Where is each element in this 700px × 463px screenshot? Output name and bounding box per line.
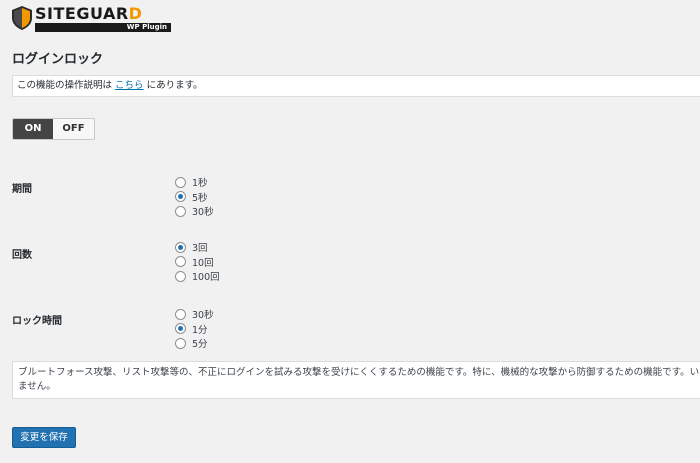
help-link[interactable]: こちら [115, 80, 144, 91]
period-label: 期間 [12, 180, 32, 195]
radio-label: 5秒 [192, 190, 208, 204]
attempts-option-2[interactable]: 10回 [175, 255, 220, 270]
radio-button-checked[interactable] [175, 191, 186, 202]
feature-description: ブルートフォース攻撃、リスト攻撃等の、不正にログインを試みる攻撃を受けにくくする… [12, 361, 700, 399]
radio-button[interactable] [175, 309, 186, 320]
attempts-radio-group: 3回 10回 100回 [175, 240, 220, 284]
notice-suffix: にあります。 [147, 80, 203, 91]
attempts-option-1[interactable]: 3回 [175, 240, 220, 255]
radio-label: 1秒 [192, 175, 208, 189]
help-notice: この機能の操作説明は こちら にあります。 [12, 75, 700, 97]
radio-button[interactable] [175, 206, 186, 217]
attempts-option-3[interactable]: 100回 [175, 269, 220, 284]
radio-label: 30秒 [192, 204, 214, 218]
period-option-1[interactable]: 1秒 [175, 175, 214, 190]
siteguard-logo: SITEGUARD WP Plugin [12, 6, 175, 32]
radio-button[interactable] [175, 271, 186, 282]
lock-duration-radio-group: 30秒 1分 5分 [175, 307, 214, 351]
toggle-on-button[interactable]: ON [13, 119, 53, 139]
lock-duration-label: ロック時間 [12, 312, 62, 327]
period-option-3[interactable]: 30秒 [175, 204, 214, 219]
radio-label: 30秒 [192, 307, 214, 321]
logo-subtitle: WP Plugin [35, 23, 171, 32]
radio-label: 100回 [192, 269, 220, 283]
lock-duration-option-1[interactable]: 30秒 [175, 307, 214, 322]
toggle-off-button[interactable]: OFF [53, 119, 94, 139]
radio-label: 3回 [192, 240, 208, 254]
radio-label: 10回 [192, 255, 214, 269]
lock-duration-option-3[interactable]: 5分 [175, 336, 214, 351]
page-title: ログインロック [12, 48, 103, 67]
radio-button-checked[interactable] [175, 323, 186, 334]
period-option-2[interactable]: 5秒 [175, 190, 214, 205]
save-button[interactable]: 変更を保存 [12, 427, 76, 448]
feature-toggle: ON OFF [12, 118, 95, 140]
radio-button[interactable] [175, 177, 186, 188]
lock-duration-option-2[interactable]: 1分 [175, 322, 214, 337]
logo-wordmark: SITEGUARD [35, 6, 175, 22]
radio-label: 5分 [192, 336, 208, 350]
radio-button-checked[interactable] [175, 242, 186, 253]
radio-button[interactable] [175, 338, 186, 349]
radio-button[interactable] [175, 256, 186, 267]
radio-label: 1分 [192, 322, 208, 336]
notice-prefix: この機能の操作説明は [17, 80, 112, 91]
settings-page: SITEGUARD WP Plugin ログインロック この機能の操作説明は こ… [0, 0, 700, 463]
attempts-label: 回数 [12, 246, 32, 261]
period-radio-group: 1秒 5秒 30秒 [175, 175, 214, 219]
shield-logo-icon [12, 6, 32, 30]
